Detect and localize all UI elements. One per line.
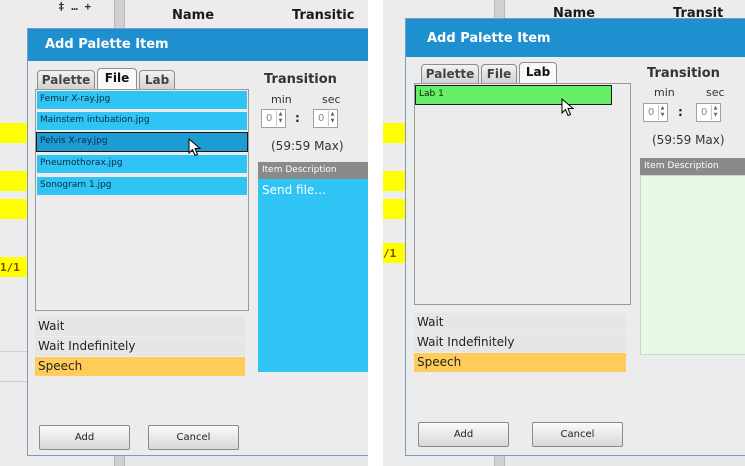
seconds-stepper[interactable]: 0 ▲ ▼ (313, 109, 338, 128)
stepper-up-icon[interactable]: ▲ (659, 105, 666, 112)
option-wait-indefinitely[interactable]: Wait Indefinitely (414, 333, 626, 352)
min-label: min (271, 93, 292, 106)
item-description-field[interactable] (640, 175, 745, 355)
dialog-title-bar[interactable]: Add Palette Item (406, 19, 745, 57)
background-row-highlight (383, 199, 407, 219)
background-row (0, 360, 28, 382)
stepper-up-icon[interactable]: ▲ (277, 111, 284, 118)
option-speech[interactable]: Speech (414, 353, 626, 372)
mouse-pointer-icon (561, 98, 575, 117)
background-row-highlight (383, 123, 407, 143)
item-description-header: Item Description (640, 158, 745, 175)
background-row-highlight (383, 171, 407, 191)
background-row-marker: 1/1 (0, 261, 20, 274)
file-list: Femur X-ray.jpg Mainstem intubation.jpg … (35, 89, 249, 311)
seconds-value: 0 (701, 107, 708, 118)
seconds-value: 0 (318, 113, 325, 124)
dialog-title-bar[interactable]: Add Palette Item (28, 29, 368, 61)
max-time-note: (59:59 Max) (652, 133, 725, 147)
min-label: min (654, 86, 675, 99)
file-list-item[interactable]: Femur X-ray.jpg (37, 91, 247, 109)
right-screenshot-panel: Name Transit /1 Add Palette Item Palette… (383, 0, 745, 466)
minutes-value: 0 (648, 107, 655, 118)
sec-label: sec (322, 93, 341, 106)
background-row-marker: /1 (383, 247, 397, 260)
cancel-button[interactable]: Cancel (148, 425, 239, 450)
option-speech[interactable]: Speech (35, 357, 245, 376)
file-list-item[interactable]: Sonogram 1.jpg (37, 177, 247, 195)
lab-list-item[interactable]: Lab 1 (415, 85, 612, 105)
stepper-down-icon[interactable]: ▼ (659, 112, 666, 119)
file-list-item[interactable]: Pneumothorax.jpg (37, 155, 247, 173)
item-description-header: Item Description (258, 162, 368, 179)
max-time-note: (59:59 Max) (271, 139, 344, 153)
mouse-pointer-icon (188, 138, 202, 157)
tab-file[interactable]: File (481, 64, 517, 84)
background-top-marker: ‡ … + (58, 0, 92, 13)
minutes-value: 0 (266, 113, 273, 124)
stepper-down-icon[interactable]: ▼ (712, 112, 719, 119)
left-screenshot-panel: ‡ … + Name Transitic 1/1 Add Palette Ite… (0, 0, 368, 466)
option-wait[interactable]: Wait (414, 313, 626, 332)
option-wait[interactable]: Wait (35, 317, 245, 336)
time-separator: : (678, 105, 683, 119)
background-name-header: Name (172, 8, 215, 23)
transition-title: Transition (264, 72, 337, 87)
add-palette-item-dialog: Add Palette Item Palette File Lab Femur … (27, 28, 368, 456)
time-separator: : (295, 111, 300, 125)
option-wait-indefinitely[interactable]: Wait Indefinitely (35, 337, 245, 356)
minutes-stepper[interactable]: 0 ▲ ▼ (643, 103, 668, 122)
item-description-field[interactable]: Send file... (258, 179, 368, 372)
stepper-down-icon[interactable]: ▼ (277, 118, 284, 125)
file-list-item[interactable]: Mainstem intubation.jpg (37, 112, 247, 130)
file-list-item-selected[interactable]: Pelvis X-ray.jpg (36, 132, 248, 152)
item-description-text: Send file... (262, 183, 326, 197)
sec-label: sec (706, 86, 725, 99)
background-row-highlight (0, 199, 28, 219)
lab-list: Lab 1 (414, 83, 631, 305)
background-row (0, 330, 28, 352)
tab-palette[interactable]: Palette (421, 64, 479, 84)
minutes-stepper[interactable]: 0 ▲ ▼ (261, 109, 286, 128)
dialog-title: Add Palette Item (427, 31, 551, 46)
seconds-stepper[interactable]: 0 ▲ ▼ (696, 103, 721, 122)
add-button[interactable]: Add (418, 422, 509, 447)
stepper-down-icon[interactable]: ▼ (329, 118, 336, 125)
cancel-button[interactable]: Cancel (532, 422, 623, 447)
background-row-highlight (0, 123, 28, 143)
transition-title: Transition (647, 66, 720, 81)
stepper-up-icon[interactable]: ▲ (712, 105, 719, 112)
tab-file[interactable]: File (97, 68, 137, 90)
background-row-highlight (0, 171, 28, 191)
tab-lab[interactable]: Lab (139, 70, 175, 90)
add-button[interactable]: Add (39, 425, 130, 450)
stepper-up-icon[interactable]: ▲ (329, 111, 336, 118)
tab-lab[interactable]: Lab (519, 62, 557, 84)
background-transition-header: Transitic (292, 8, 355, 23)
tab-palette[interactable]: Palette (37, 70, 95, 90)
dialog-title: Add Palette Item (45, 37, 169, 52)
add-palette-item-dialog: Add Palette Item Palette File Lab Lab 1 … (405, 18, 745, 456)
